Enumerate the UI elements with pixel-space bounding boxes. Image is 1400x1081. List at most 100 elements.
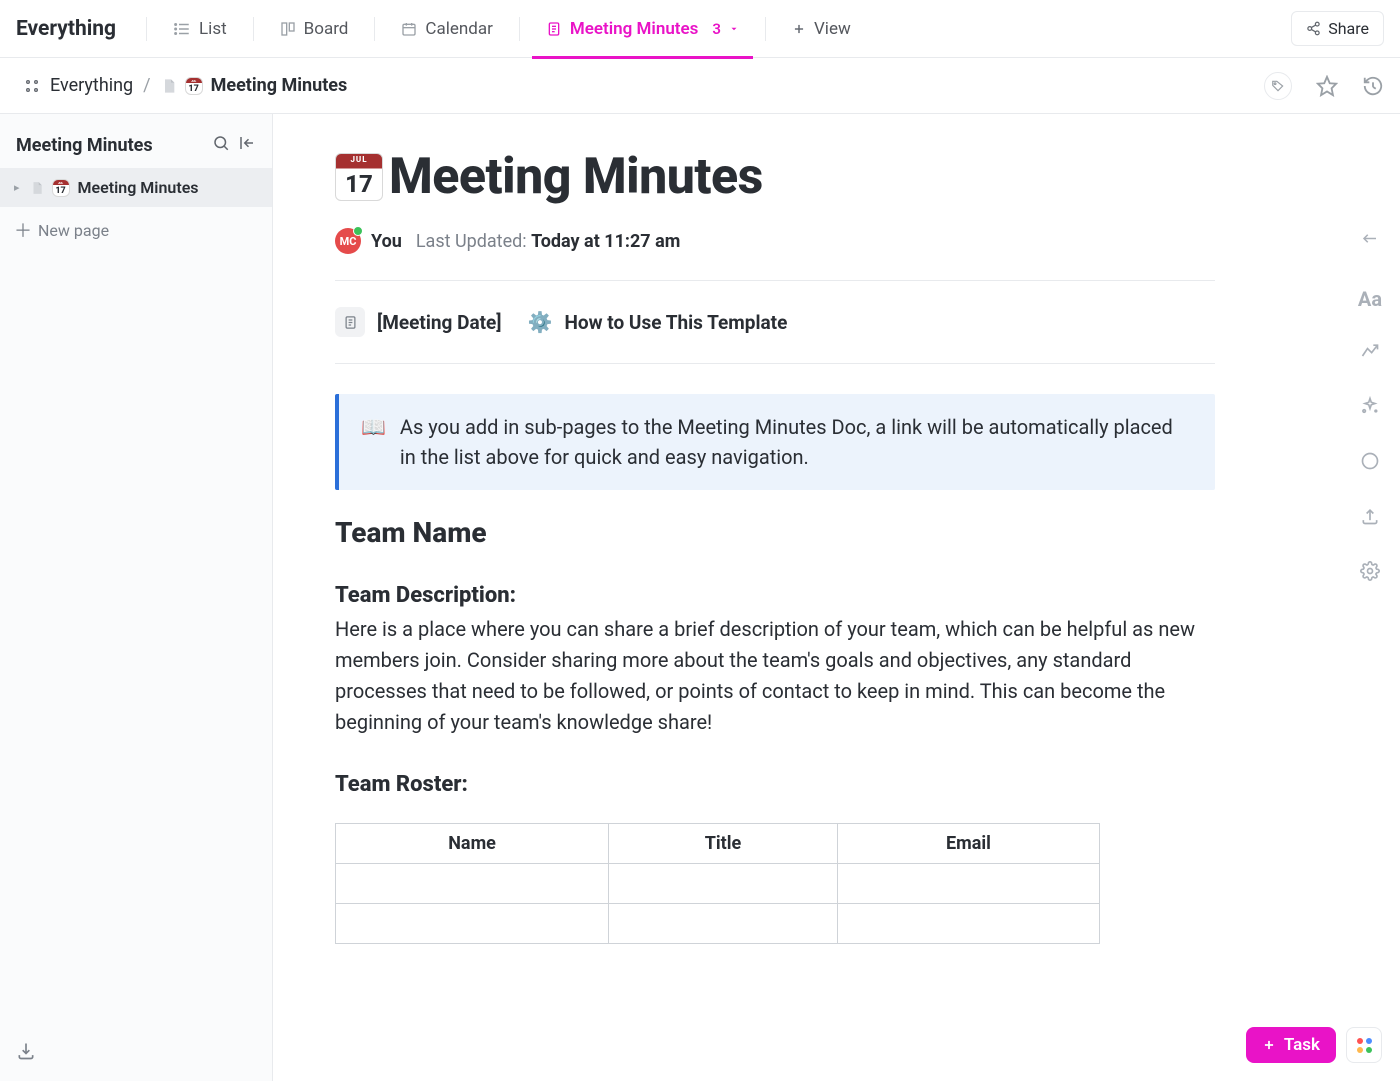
star-icon[interactable]	[1316, 75, 1338, 97]
tab-board[interactable]: Board	[266, 0, 363, 58]
divider	[519, 17, 520, 41]
share-label: Share	[1328, 19, 1369, 38]
collapse-sidebar-icon[interactable]	[238, 134, 256, 156]
subpage-meeting-date[interactable]: [Meeting Date]	[335, 307, 502, 337]
callout[interactable]: 📖 As you add in sub-pages to the Meeting…	[335, 394, 1215, 490]
divider	[765, 17, 766, 41]
right-rail: Aa	[1340, 234, 1400, 586]
share-icon	[1306, 21, 1321, 36]
breadcrumb-page-label: Meeting Minutes	[211, 75, 348, 96]
calendar-icon	[401, 21, 417, 37]
tab-label: Calendar	[425, 19, 492, 39]
main-area: Meeting Minutes ▸ 17 Meeting Minutes ＋ N…	[0, 114, 1400, 1081]
doc-byline: MC You Last Updated: Today at 11:27 am	[335, 228, 1215, 254]
sidebar-title: Meeting Minutes	[16, 135, 204, 156]
subpage-links: [Meeting Date] ⚙️ How to Use This Templa…	[335, 307, 1215, 337]
doc-title-row: 17 Meeting Minutes	[335, 148, 1215, 206]
tab-calendar[interactable]: Calendar	[387, 0, 506, 58]
updated-prefix: Last Updated:	[416, 231, 531, 252]
sidebar-item-label: Meeting Minutes	[78, 178, 199, 197]
search-icon[interactable]	[212, 134, 230, 156]
breadcrumb-page[interactable]: 17 Meeting Minutes	[161, 75, 348, 96]
page-title[interactable]: Meeting Minutes	[389, 148, 763, 206]
col-name[interactable]: Name	[336, 824, 609, 864]
task-button-label: Task	[1284, 1035, 1320, 1055]
tab-label: View	[814, 19, 851, 39]
divider	[146, 17, 147, 41]
table-header-row: Name Title Email	[336, 824, 1100, 864]
subpage-label: How to Use This Template	[564, 311, 787, 334]
chevron-down-icon[interactable]	[729, 24, 739, 34]
share-button[interactable]: Share	[1291, 11, 1384, 46]
team-description-body[interactable]: Here is a place where you can share a br…	[335, 614, 1215, 738]
pulse-icon[interactable]	[1360, 341, 1380, 366]
tab-label: Meeting Minutes	[570, 19, 699, 39]
heading-team-description[interactable]: Team Description:	[335, 583, 1215, 608]
tab-label: Board	[304, 19, 349, 39]
breadcrumb-root[interactable]: Everything	[50, 75, 133, 96]
list-icon	[173, 20, 191, 38]
document: 17 Meeting Minutes MC You Last Updated: …	[335, 114, 1215, 1004]
settings-icon[interactable]	[1360, 561, 1380, 586]
calendar-emoji-icon: 17	[185, 77, 203, 95]
breadcrumb-separator: /	[143, 75, 150, 96]
tab-add-view[interactable]: View	[778, 0, 865, 58]
tab-badge: 3	[712, 20, 721, 38]
tab-list[interactable]: List	[159, 0, 241, 58]
plus-icon	[792, 22, 806, 36]
calendar-emoji-icon: 17	[52, 179, 70, 197]
tab-meeting-minutes[interactable]: Meeting Minutes 3	[532, 0, 753, 58]
avatar[interactable]: MC	[335, 228, 361, 254]
table-row[interactable]	[336, 864, 1100, 904]
doc-sidebar: Meeting Minutes ▸ 17 Meeting Minutes ＋ N…	[0, 114, 273, 1081]
new-task-button[interactable]: Task	[1246, 1027, 1336, 1063]
reply-icon[interactable]	[1359, 234, 1381, 257]
col-email[interactable]: Email	[837, 824, 1099, 864]
floating-actions: Task	[1246, 1027, 1382, 1063]
workspace-name[interactable]: Everything	[16, 17, 116, 41]
apps-button[interactable]	[1346, 1027, 1382, 1063]
doc-icon	[546, 20, 562, 38]
tab-label: List	[199, 19, 227, 39]
divider	[335, 280, 1215, 281]
sidebar-bottom	[0, 1025, 272, 1081]
author-label: You	[371, 231, 402, 252]
new-page-label: New page	[38, 221, 109, 240]
document-wrapper[interactable]: 17 Meeting Minutes MC You Last Updated: …	[273, 114, 1400, 1081]
breadcrumb-bar: Everything / 17 Meeting Minutes	[0, 58, 1400, 114]
divider	[335, 363, 1215, 364]
upload-icon[interactable]	[1360, 506, 1380, 531]
breadcrumb-root-label: Everything	[50, 75, 133, 96]
download-icon[interactable]	[16, 1041, 36, 1061]
roster-table[interactable]: Name Title Email	[335, 823, 1100, 944]
board-icon	[280, 21, 296, 37]
sidebar-item-meeting-minutes[interactable]: ▸ 17 Meeting Minutes	[0, 168, 272, 207]
chevron-right-icon[interactable]: ▸	[14, 181, 20, 194]
updated-value: Today at 11:27 am	[531, 231, 680, 252]
grid-icon[interactable]	[24, 78, 40, 94]
top-toolbar: Everything List Board Calendar Meeting M…	[0, 0, 1400, 58]
comment-icon[interactable]	[1360, 451, 1380, 476]
book-icon: 📖	[361, 412, 386, 472]
page-icon	[161, 77, 177, 95]
sidebar-new-page[interactable]: ＋ New page	[0, 207, 272, 253]
tag-button[interactable]	[1264, 72, 1292, 100]
calendar-emoji-icon[interactable]: 17	[335, 153, 383, 201]
col-title[interactable]: Title	[609, 824, 838, 864]
sparkle-icon[interactable]	[1360, 396, 1380, 421]
plus-icon: ＋	[14, 217, 30, 243]
divider	[253, 17, 254, 41]
typography-icon[interactable]: Aa	[1358, 287, 1382, 311]
heading-team-roster[interactable]: Team Roster:	[335, 772, 1215, 797]
page-icon	[30, 180, 44, 196]
heading-team-name[interactable]: Team Name	[335, 516, 1215, 549]
apps-icon	[1357, 1038, 1372, 1053]
subpage-how-to-use[interactable]: ⚙️ How to Use This Template	[528, 310, 788, 334]
doc-icon	[335, 307, 365, 337]
history-icon[interactable]	[1362, 75, 1384, 97]
subpage-label: [Meeting Date]	[377, 311, 502, 334]
sidebar-header: Meeting Minutes	[0, 114, 272, 168]
table-row[interactable]	[336, 904, 1100, 944]
callout-text: As you add in sub-pages to the Meeting M…	[400, 412, 1193, 472]
gear-icon: ⚙️	[528, 310, 553, 334]
